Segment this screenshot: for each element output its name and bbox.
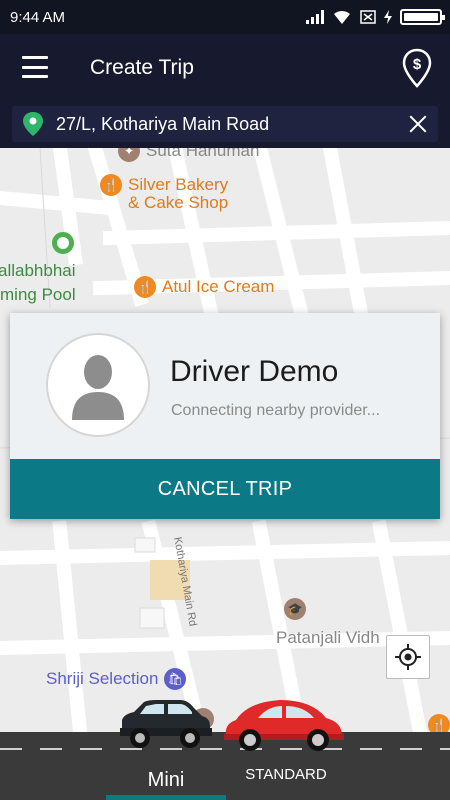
- poi-patanjali-icon[interactable]: 🎓: [284, 598, 306, 620]
- driver-status: Connecting nearby provider...: [171, 402, 381, 419]
- clear-icon[interactable]: [408, 114, 428, 134]
- driver-card: Driver Demo Connecting nearby provider..…: [10, 313, 440, 519]
- avatar: [46, 333, 150, 437]
- poi-silver-bakery-line2: & Cake Shop: [128, 193, 229, 212]
- restaurant-icon: 🍴: [100, 174, 122, 196]
- vehicle-tab-standard[interactable]: STANDARD: [226, 754, 346, 794]
- restaurant-icon: 🍴: [428, 714, 450, 732]
- app-bar: Create Trip $ 27/L, Kothariya Main Road: [0, 34, 450, 148]
- mini-car-icon[interactable]: [116, 698, 214, 750]
- poi-atul-ice-cream[interactable]: 🍴 Atul Ice Cream: [134, 276, 274, 298]
- fare-estimate-icon[interactable]: $: [402, 48, 432, 88]
- status-bar: 9:44 AM: [0, 0, 450, 34]
- location-pin-icon: [23, 112, 43, 136]
- page-title: Create Trip: [90, 56, 194, 79]
- status-icons: [306, 9, 445, 25]
- menu-icon[interactable]: [22, 56, 48, 78]
- user-icon: [72, 355, 124, 420]
- poi-pool-line1: allabhbhai: [0, 261, 76, 280]
- no-sim-icon: [360, 10, 376, 24]
- my-location-button[interactable]: [386, 635, 430, 679]
- park-icon: [52, 232, 74, 254]
- status-time: 9:44 AM: [10, 8, 66, 26]
- poi-suta-hanuman[interactable]: ✦ Suta Hanuman: [118, 148, 259, 162]
- restaurant-icon: 🍴: [134, 276, 156, 298]
- poi-restaurant-edge: 🍴: [428, 714, 450, 732]
- charging-icon: [384, 10, 392, 24]
- pickup-address-text: 27/L, Kothariya Main Road: [56, 113, 270, 134]
- poi-park[interactable]: [52, 232, 74, 254]
- battery-icon: [400, 9, 445, 25]
- cancel-trip-button[interactable]: CANCEL TRIP: [10, 459, 440, 519]
- temple-icon: ✦: [118, 148, 140, 162]
- signal-icon: [306, 10, 324, 24]
- svg-text:$: $: [413, 56, 422, 73]
- school-icon: 🎓: [284, 598, 306, 620]
- driver-name: Driver Demo: [170, 355, 339, 388]
- shopping-icon: 🛍: [164, 668, 187, 690]
- pickup-address-bar[interactable]: 27/L, Kothariya Main Road: [12, 106, 438, 142]
- wifi-icon: [334, 10, 350, 24]
- crosshair-icon: [395, 644, 421, 670]
- vehicle-tab-mini[interactable]: Mini: [106, 760, 226, 800]
- poi-pool-line2: ming Pool: [0, 285, 76, 304]
- poi-shriji-selection[interactable]: Shriji Selection 🛍: [46, 668, 187, 690]
- standard-car-icon[interactable]: [222, 696, 346, 752]
- poi-patanjali[interactable]: Patanjali Vidh: [276, 628, 380, 648]
- vehicle-tabs: Mini STANDARD: [0, 760, 450, 800]
